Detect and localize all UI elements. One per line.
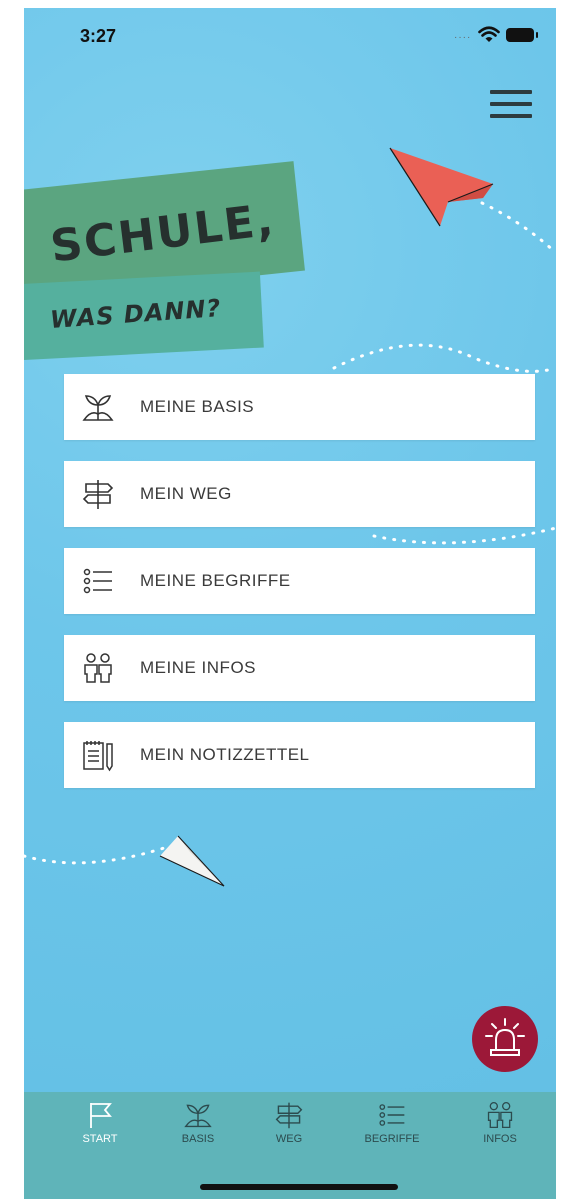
signal-icon: ····	[454, 32, 472, 43]
paper-plane-white-icon	[159, 835, 225, 887]
tab-weg[interactable]: WEG	[259, 1100, 319, 1160]
menu-item-meine-infos[interactable]: MEINE INFOS	[64, 635, 535, 701]
tab-label: BEGRIFFE	[364, 1133, 420, 1145]
tab-infos[interactable]: INFOS	[470, 1100, 530, 1160]
menu-item-label: MEINE BEGRIFFE	[140, 571, 291, 590]
paper-plane-red-icon	[389, 147, 494, 227]
sprout-icon	[78, 389, 118, 425]
flag-icon	[90, 1103, 112, 1128]
people-icon	[78, 650, 118, 686]
home-indicator[interactable]	[200, 1184, 398, 1190]
list-icon	[379, 1104, 405, 1126]
list-icon	[78, 563, 118, 599]
tab-begriffe[interactable]: BEGRIFFE	[362, 1100, 422, 1160]
menu-item-mein-weg[interactable]: MEIN WEG	[64, 461, 535, 527]
main-menu-list: MEINE BASIS MEIN WEG MEINE BEGRIFFE MEIN…	[64, 374, 535, 809]
signpost-icon	[275, 1102, 303, 1129]
tab-start[interactable]: START	[70, 1100, 130, 1160]
menu-item-label: MEINE INFOS	[140, 658, 257, 677]
tab-label: INFOS	[483, 1133, 517, 1145]
wifi-icon	[478, 26, 500, 42]
menu-item-label: MEINE BASIS	[140, 397, 255, 416]
alarm-button[interactable]	[472, 1006, 538, 1072]
battery-icon	[506, 28, 538, 42]
status-bar: 3:27 ····	[24, 8, 556, 56]
menu-item-label: MEIN NOTIZZETTEL	[140, 745, 310, 764]
signpost-icon	[78, 476, 118, 512]
sprout-icon	[184, 1104, 212, 1128]
menu-item-meine-basis[interactable]: MEINE BASIS	[64, 374, 535, 440]
people-icon	[487, 1101, 513, 1129]
hamburger-menu-icon[interactable]	[490, 90, 532, 126]
alarm-siren-icon	[485, 1018, 525, 1056]
notepad-pencil-icon	[78, 737, 118, 773]
status-time: 3:27	[80, 26, 117, 46]
tab-label: START	[82, 1133, 118, 1145]
menu-item-label: MEIN WEG	[140, 484, 232, 503]
tab-label: WEG	[275, 1133, 303, 1145]
app-screen: 3:27 ···· SCHULE, WAS DANN? MEINE BASIS …	[24, 8, 556, 1199]
menu-item-meine-begriffe[interactable]: MEINE BEGRIFFE	[64, 548, 535, 614]
tab-bar: START BASIS WEG BEGRIFFE INFOS	[24, 1092, 556, 1199]
menu-item-mein-notizzettel[interactable]: MEIN NOTIZZETTEL	[64, 722, 535, 788]
tab-label: BASIS	[181, 1133, 215, 1145]
tab-basis[interactable]: BASIS	[168, 1100, 228, 1160]
